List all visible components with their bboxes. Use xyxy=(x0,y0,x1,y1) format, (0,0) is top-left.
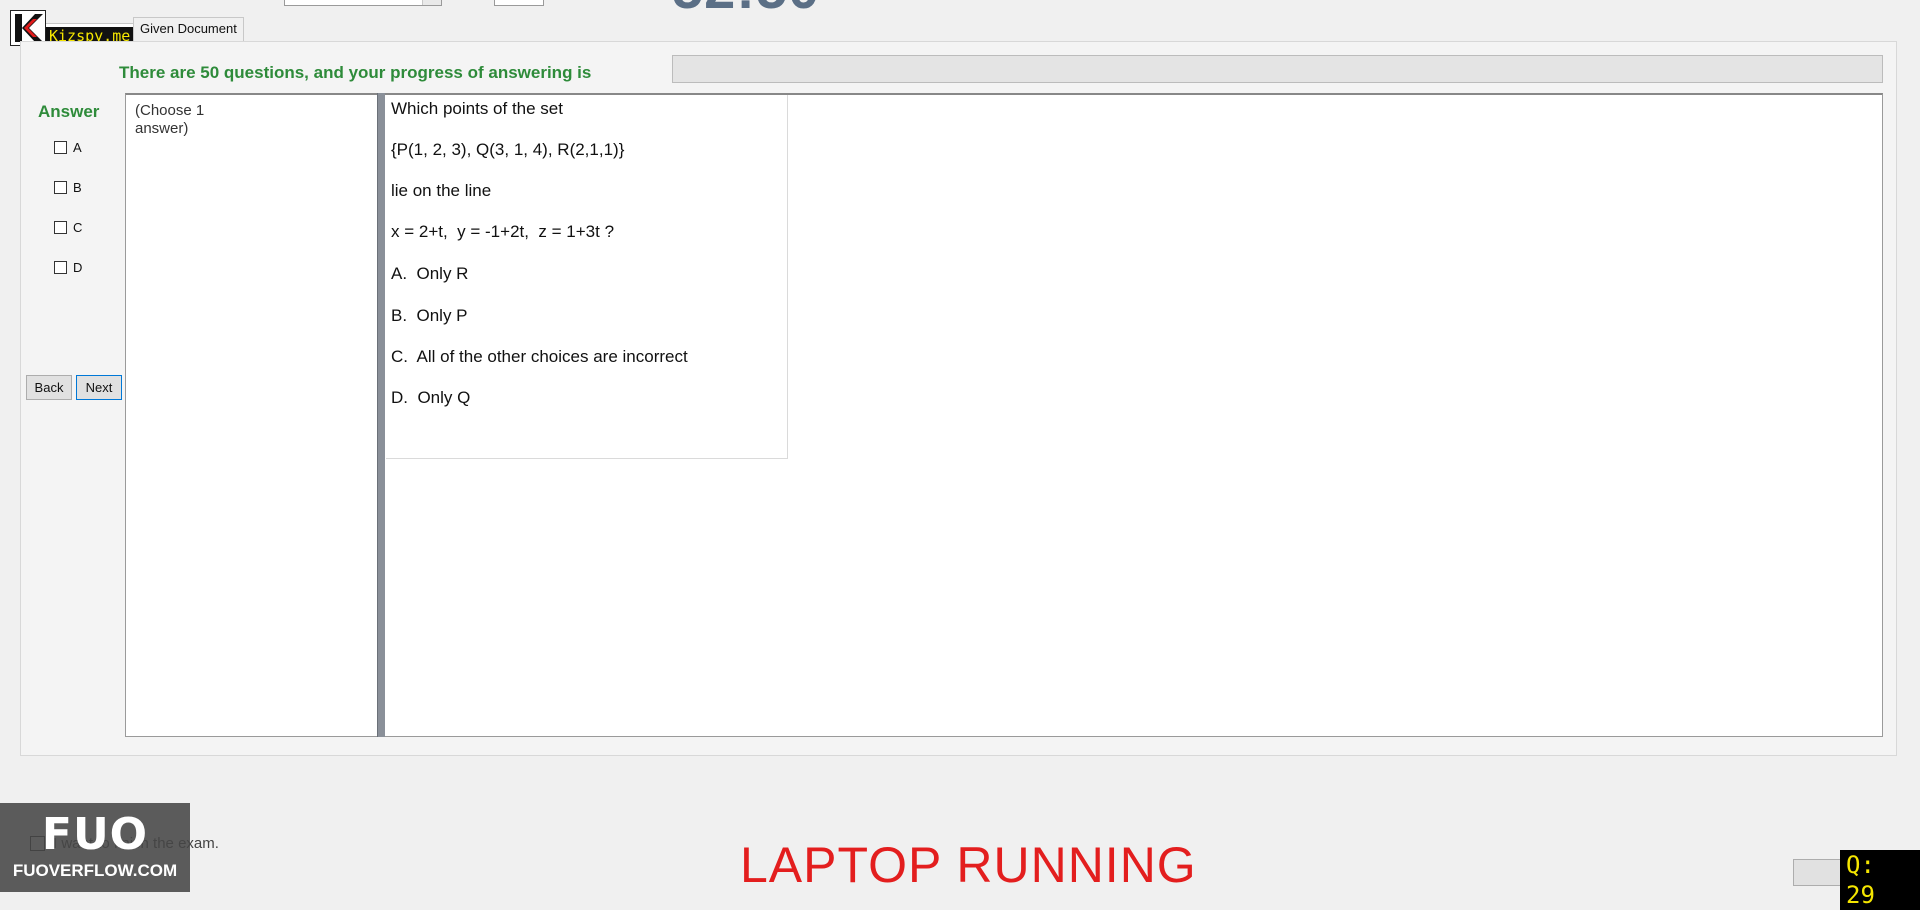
fuoverflow-watermark: FUO FUOVERFLOW.COM xyxy=(0,803,190,892)
answer-option-b[interactable]: B xyxy=(54,178,82,196)
question-box: Which points of the set {P(1, 2, 3), Q(3… xyxy=(386,95,788,459)
fuo-logo: FUO xyxy=(41,809,149,860)
font-size-selector[interactable] xyxy=(494,0,544,6)
chevron-down-icon[interactable] xyxy=(422,0,441,5)
choose-instruction: (Choose 1 answer) xyxy=(135,102,205,137)
fuo-site-text: FUOVERFLOW.COM xyxy=(12,861,178,880)
back-button[interactable]: Back xyxy=(26,375,72,400)
question-line: x = 2+t, y = -1+2t, z = 1+3t ? xyxy=(391,222,615,241)
progress-bar xyxy=(672,55,1883,83)
checkbox-icon[interactable] xyxy=(54,180,67,194)
pane-splitter[interactable] xyxy=(377,93,385,737)
tab-given-document[interactable]: Given Document xyxy=(133,17,244,42)
choice-line-a: A. Only R xyxy=(391,264,469,283)
exam-timer: 52:50 xyxy=(672,0,820,21)
choice-line-d: D. Only Q xyxy=(391,388,471,407)
option-label: A xyxy=(73,139,82,155)
answer-option-d[interactable]: D xyxy=(54,258,82,276)
answer-heading: Answer xyxy=(38,102,100,121)
exam-selector-combo[interactable] xyxy=(284,0,442,6)
question-line: {P(1, 2, 3), Q(3, 1, 4), R(2,1,1)} xyxy=(391,140,625,159)
option-label: B xyxy=(73,179,82,195)
status-text: LAPTOP RUNNING xyxy=(740,837,1197,893)
next-button[interactable]: Next xyxy=(76,375,122,400)
checkbox-icon[interactable] xyxy=(54,260,67,274)
question-line: lie on the line xyxy=(391,181,492,200)
question-counter-badge: Q: 29 xyxy=(1840,850,1920,910)
checkbox-icon[interactable] xyxy=(54,220,67,234)
question-line: Which points of the set xyxy=(391,99,563,118)
progress-label: There are 50 questions, and your progres… xyxy=(119,63,592,82)
option-label: C xyxy=(73,219,83,235)
answer-option-c[interactable]: C xyxy=(54,218,82,236)
answer-option-a[interactable]: A xyxy=(54,138,82,156)
choice-line-c: C. All of the other choices are incorrec… xyxy=(391,347,688,366)
checkbox-icon[interactable] xyxy=(54,140,67,154)
choice-line-b: B. Only P xyxy=(391,306,468,325)
option-label: D xyxy=(73,259,83,275)
